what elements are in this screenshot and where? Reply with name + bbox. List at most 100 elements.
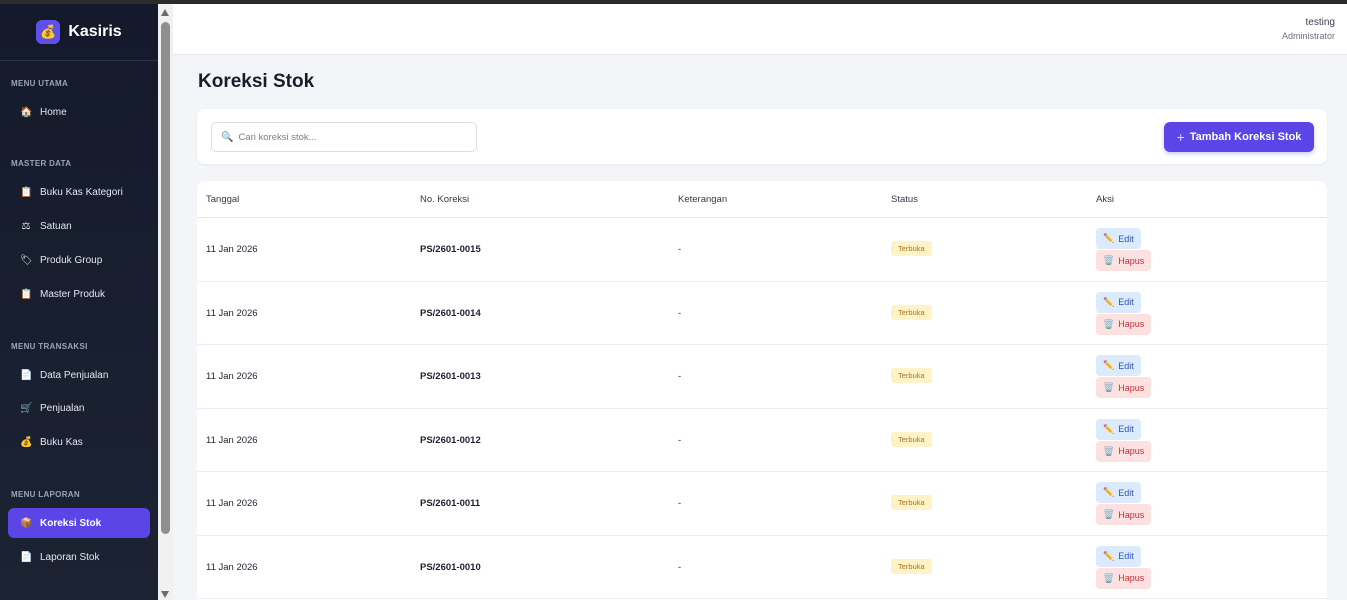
sidebar-item-satuan[interactable]: ⚖ Satuan bbox=[8, 211, 150, 241]
cell-note: - bbox=[678, 307, 682, 319]
trash-icon: 🗑️ bbox=[1103, 445, 1115, 456]
cell-date: 11 Jan 2026 bbox=[206, 244, 258, 255]
column-header-tanggal: Tanggal bbox=[206, 194, 240, 205]
edit-label: Edit bbox=[1118, 360, 1134, 371]
cell-date: 11 Jan 2026 bbox=[206, 371, 258, 382]
delete-button[interactable]: 🗑️ Hapus bbox=[1096, 440, 1152, 462]
page-title: Koreksi Stok bbox=[198, 71, 315, 92]
sidebar-item-label: Satuan bbox=[40, 220, 72, 232]
brand-name: Kasiris bbox=[68, 23, 122, 40]
column-header-no-koreksi: No. Koreksi bbox=[420, 194, 470, 205]
section-menu-laporan: MENU LAPORAN bbox=[11, 490, 80, 499]
status-badge: Terbuka bbox=[891, 304, 932, 320]
sidebar-scrollbar[interactable] bbox=[158, 4, 173, 600]
cell-note: - bbox=[678, 434, 682, 446]
delete-label: Hapus bbox=[1118, 446, 1145, 456]
brand[interactable]: 💰 Kasiris bbox=[0, 4, 158, 61]
trash-icon: 🗑️ bbox=[1103, 255, 1115, 265]
sidebar-item-label: Master Produk bbox=[40, 288, 106, 300]
stock-correction-table: Tanggal No. Koreksi Keterangan Status Ak… bbox=[197, 181, 1327, 600]
edit-button[interactable]: ✏️ Edit bbox=[1096, 291, 1141, 313]
table-header: Tanggal No. Koreksi Keterangan Status Ak… bbox=[197, 181, 1327, 218]
column-header-aksi: Aksi bbox=[1096, 194, 1114, 205]
cell-note: - bbox=[678, 561, 682, 573]
status-badge: Terbuka bbox=[891, 241, 932, 256]
cell-date: 11 Jan 2026 bbox=[206, 307, 258, 319]
edit-label: Edit bbox=[1118, 551, 1134, 561]
cell-number: PS/2601-0010 bbox=[420, 561, 481, 573]
edit-label: Edit bbox=[1118, 297, 1134, 307]
sidebar-item-label: Data Penjualan bbox=[40, 369, 109, 381]
delete-button[interactable]: 🗑️ Hapus bbox=[1096, 250, 1152, 271]
trash-icon: 🗑️ bbox=[1103, 382, 1115, 392]
cell-date: 11 Jan 2026 bbox=[206, 498, 258, 509]
cell-date: 11 Jan 2026 bbox=[206, 434, 258, 446]
tag-icon: 🏷 bbox=[20, 254, 33, 266]
scale-icon: ⚖ bbox=[21, 220, 31, 232]
cell-number: PS/2601-0014 bbox=[420, 307, 481, 319]
pencil-icon: ✏️ bbox=[1103, 423, 1115, 434]
top-header: testing Administrator bbox=[173, 4, 1347, 55]
delete-label: Hapus bbox=[1118, 573, 1145, 583]
sidebar-item-label: Laporan Stok bbox=[40, 551, 100, 563]
pencil-icon: ✏️ bbox=[1103, 550, 1115, 561]
edit-button[interactable]: ✏️ Edit bbox=[1096, 418, 1141, 440]
edit-button[interactable]: ✏️ Edit bbox=[1096, 355, 1141, 376]
user-name[interactable]: testing bbox=[1306, 17, 1335, 28]
box-icon: 📦 bbox=[20, 517, 33, 529]
delete-button[interactable]: 🗑️ Hapus bbox=[1096, 377, 1152, 398]
delete-button[interactable]: 🗑️ Hapus bbox=[1096, 567, 1152, 589]
cell-number: PS/2601-0011 bbox=[420, 498, 481, 509]
status-badge: Terbuka bbox=[891, 431, 932, 447]
sidebar-item-laporan-stok[interactable]: 📄 Laporan Stok bbox=[8, 542, 150, 572]
edit-button[interactable]: ✏️ Edit bbox=[1096, 228, 1141, 249]
sidebar-item-produk-group[interactable]: 🏷 Produk Group bbox=[8, 245, 150, 275]
sidebar-item-label: Penjualan bbox=[40, 402, 85, 414]
cell-number: PS/2601-0013 bbox=[420, 371, 481, 382]
edit-button[interactable]: ✏️ Edit bbox=[1096, 545, 1141, 567]
section-master-data: MASTER DATA bbox=[11, 159, 72, 168]
add-button-label: Tambah Koreksi Stok bbox=[1189, 131, 1302, 143]
sidebar-item-buku-kas[interactable]: 💰 Buku Kas bbox=[8, 427, 150, 457]
document-icon: 📄 bbox=[20, 369, 33, 381]
scrollbar-thumb[interactable] bbox=[161, 22, 170, 534]
home-icon: 🏠 bbox=[20, 106, 33, 118]
window-top-border bbox=[0, 0, 1347, 4]
clipboard-icon: 📋 bbox=[20, 288, 33, 300]
cell-number: PS/2601-0015 bbox=[420, 244, 481, 255]
cart-icon: 🛒 bbox=[20, 402, 33, 414]
sidebar-item-label: Buku Kas Kategori bbox=[40, 186, 123, 198]
sidebar-item-penjualan[interactable]: 🛒 Penjualan bbox=[8, 393, 150, 423]
edit-label: Edit bbox=[1118, 233, 1134, 244]
document-icon: 📄 bbox=[20, 551, 33, 563]
edit-label: Edit bbox=[1118, 424, 1134, 434]
sidebar-item-master-produk[interactable]: 📋 Master Produk bbox=[8, 279, 150, 309]
table-row: 11 Jan 2026 PS/2601-0014 - Terbuka ✏️ Ed… bbox=[197, 282, 1327, 345]
cell-number: PS/2601-0012 bbox=[420, 434, 481, 446]
sidebar-item-buku-kas-kategori[interactable]: 📋 Buku Kas Kategori bbox=[8, 177, 150, 207]
sidebar: 💰 Kasiris MENU UTAMA 🏠 Home MASTER DATA … bbox=[0, 4, 158, 600]
edit-button[interactable]: ✏️ Edit bbox=[1096, 482, 1141, 503]
sidebar-item-koreksi-stok[interactable]: 📦 Koreksi Stok bbox=[8, 508, 150, 538]
scroll-down-arrow-icon[interactable] bbox=[161, 591, 169, 598]
delete-label: Hapus bbox=[1118, 255, 1145, 266]
sidebar-item-label: Produk Group bbox=[40, 254, 103, 266]
scroll-up-arrow-icon[interactable] bbox=[161, 9, 169, 16]
delete-button[interactable]: 🗑️ Hapus bbox=[1096, 504, 1152, 525]
pencil-icon: ✏️ bbox=[1103, 296, 1115, 307]
section-menu-transaksi: MENU TRANSAKSI bbox=[11, 342, 88, 351]
pencil-icon: ✏️ bbox=[1103, 487, 1115, 497]
sidebar-item-data-penjualan[interactable]: 📄 Data Penjualan bbox=[8, 360, 150, 390]
delete-button[interactable]: 🗑️ Hapus bbox=[1096, 313, 1152, 335]
pencil-icon: ✏️ bbox=[1103, 233, 1115, 243]
sidebar-item-label: Buku Kas bbox=[40, 436, 83, 448]
delete-label: Hapus bbox=[1118, 319, 1145, 329]
add-stock-correction-button[interactable]: + Tambah Koreksi Stok bbox=[1164, 122, 1314, 152]
search-input[interactable] bbox=[238, 131, 459, 143]
cell-date: 11 Jan 2026 bbox=[206, 561, 258, 573]
sidebar-item-home[interactable]: 🏠 Home bbox=[8, 97, 150, 127]
sidebar-item-label: Home bbox=[40, 106, 67, 118]
search-box[interactable]: 🔍 bbox=[211, 122, 477, 152]
table-row: 11 Jan 2026 PS/2601-0011 - Terbuka ✏️ Ed… bbox=[197, 472, 1327, 536]
delete-label: Hapus bbox=[1118, 509, 1145, 520]
